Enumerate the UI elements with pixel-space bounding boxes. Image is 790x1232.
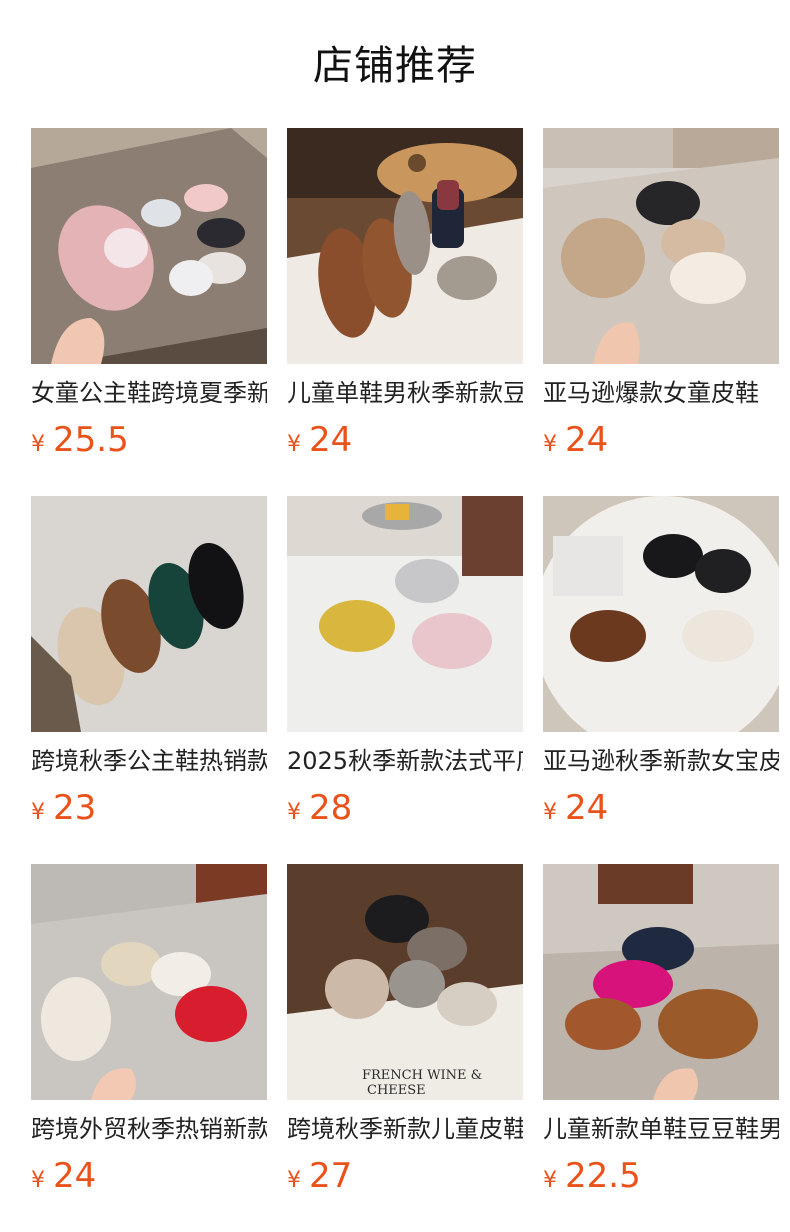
price-value: 24 [53, 1156, 97, 1196]
product-name[interactable]: 亚马逊爆款女童皮鞋 [543, 376, 779, 410]
product-image[interactable] [31, 128, 267, 364]
price-value: 23 [53, 788, 97, 828]
product-name[interactable]: 女童公主鞋跨境夏季新款 [31, 376, 267, 410]
product-price: ¥24 [543, 418, 779, 462]
product-price: ¥22.5 [543, 1154, 779, 1198]
currency-symbol: ¥ [287, 1168, 301, 1193]
product-image[interactable] [31, 864, 267, 1100]
product-price: ¥24 [543, 786, 779, 830]
product-grid: 女童公主鞋跨境夏季新款 ¥25.5 [31, 128, 781, 1232]
svg-text:FRENCH WINE &: FRENCH WINE & [362, 1068, 482, 1083]
price-value: 24 [565, 420, 609, 460]
product-image[interactable] [543, 496, 779, 732]
currency-symbol: ¥ [287, 432, 301, 457]
currency-symbol: ¥ [287, 800, 301, 825]
product-card[interactable]: FRENCH WINE & CHEESE 跨境秋季新款儿童皮鞋 ¥27 [287, 864, 523, 1232]
shop-recommendations-page: 店铺推荐 女童公主鞋跨境夏季新 ¥ 25.5 儿童单鞋男秋季新款豆 ¥ 24 亚… [0, 0, 790, 1232]
product-card[interactable]: 2025秋季新款法式平底鞋 ¥28 [287, 496, 523, 864]
product-image[interactable] [31, 496, 267, 732]
currency-symbol: ¥ [543, 1168, 557, 1193]
product-card[interactable]: 跨境外贸秋季热销新款 ¥24 [31, 864, 267, 1232]
product-price: ¥25.5 [31, 418, 267, 462]
product-card[interactable]: 女童公主鞋跨境夏季新款 ¥25.5 [31, 128, 267, 496]
price-value: 27 [309, 1156, 353, 1196]
currency-symbol: ¥ [543, 432, 557, 457]
currency-symbol: ¥ [31, 432, 45, 457]
price-value: 25.5 [53, 420, 129, 460]
product-name[interactable]: 儿童新款单鞋豆豆鞋男童 [543, 1112, 779, 1146]
product-image[interactable] [287, 128, 523, 364]
product-price: ¥24 [31, 1154, 267, 1198]
svg-text:CHEESE: CHEESE [367, 1083, 426, 1098]
product-name[interactable]: 跨境秋季公主鞋热销款 [31, 744, 267, 778]
currency-symbol: ¥ [543, 800, 557, 825]
product-card[interactable]: 儿童新款单鞋豆豆鞋男童 ¥22.5 [543, 864, 779, 1232]
product-price: ¥24 [287, 418, 523, 462]
product-image[interactable] [543, 128, 779, 364]
price-value: 24 [309, 420, 353, 460]
product-image[interactable] [543, 864, 779, 1100]
product-image[interactable] [287, 496, 523, 732]
price-value: 22.5 [565, 1156, 641, 1196]
currency-symbol: ¥ [31, 1168, 45, 1193]
currency-symbol: ¥ [31, 800, 45, 825]
product-card[interactable]: 跨境秋季公主鞋热销款 ¥23 [31, 496, 267, 864]
section-title: 店铺推荐 [313, 43, 477, 89]
product-card[interactable]: 亚马逊秋季新款女宝皮鞋 ¥24 [543, 496, 779, 864]
product-price: ¥28 [287, 786, 523, 830]
product-name[interactable]: 跨境外贸秋季热销新款 [31, 1112, 267, 1146]
product-name[interactable]: 2025秋季新款法式平底鞋 [287, 744, 523, 778]
product-price: ¥23 [31, 786, 267, 830]
product-image[interactable]: FRENCH WINE & CHEESE [287, 864, 523, 1100]
product-price: ¥27 [287, 1154, 523, 1198]
product-card[interactable]: 亚马逊爆款女童皮鞋 ¥24 [543, 128, 779, 496]
product-name[interactable]: 跨境秋季新款儿童皮鞋 [287, 1112, 523, 1146]
product-card[interactable]: 儿童单鞋男秋季新款豆豆鞋 ¥24 [287, 128, 523, 496]
product-name[interactable]: 亚马逊秋季新款女宝皮鞋 [543, 744, 779, 778]
product-name[interactable]: 儿童单鞋男秋季新款豆豆鞋 [287, 376, 523, 410]
price-value: 24 [565, 788, 609, 828]
price-value: 28 [309, 788, 353, 828]
